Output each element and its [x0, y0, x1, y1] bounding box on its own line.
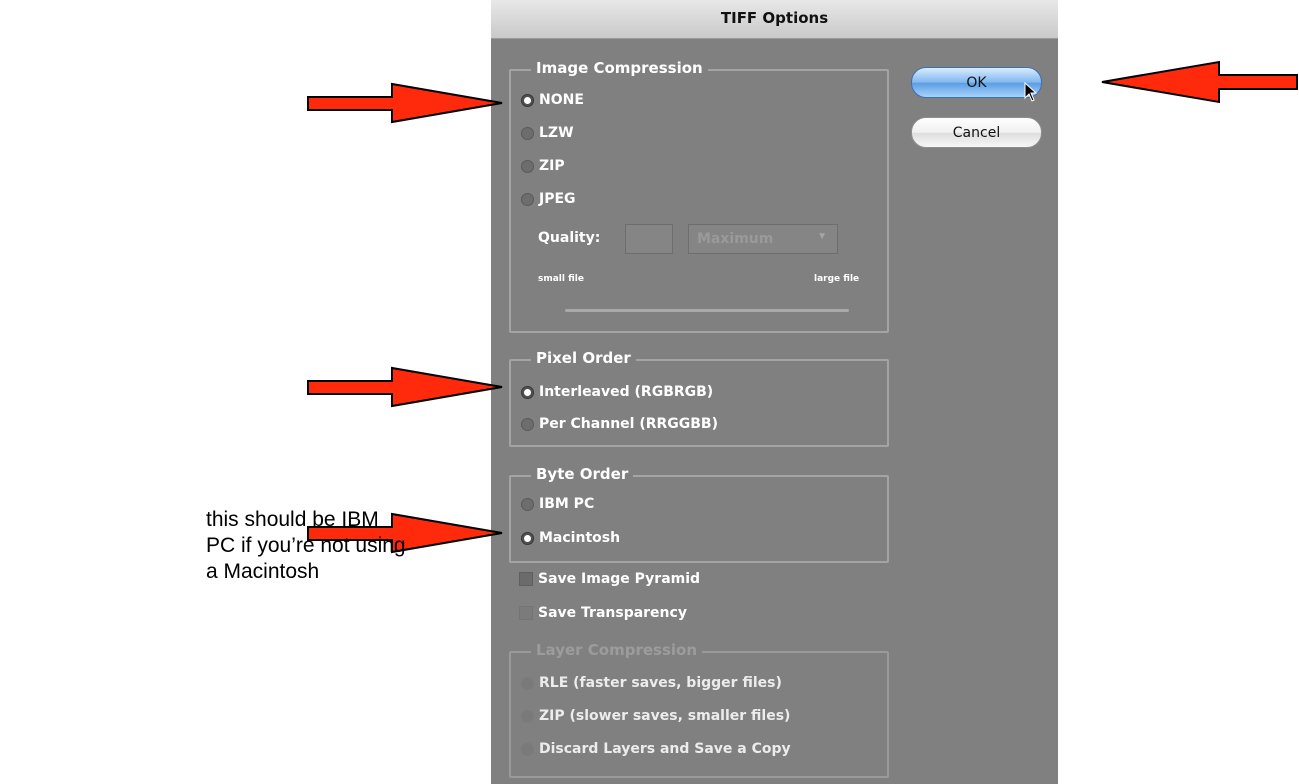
save-transparency-checkbox[interactable]: Save Transparency: [519, 602, 687, 624]
radio-per-channel[interactable]: Per Channel (RRGGBB): [521, 413, 718, 435]
radio-rle-dot[interactable]: [521, 676, 534, 690]
radio-interleaved[interactable]: Interleaved (RGBRGB): [521, 381, 713, 403]
radio-zip[interactable]: ZIP: [521, 155, 565, 177]
radio-jpeg-label: JPEG: [539, 191, 576, 207]
ok-button[interactable]: OK: [911, 67, 1042, 98]
arrow-to-none-icon: [307, 82, 503, 124]
quality-label: Quality:: [538, 230, 601, 246]
save-image-pyramid-box[interactable]: [519, 572, 533, 586]
radio-ibm-pc-label: IBM PC: [539, 496, 595, 512]
image-compression-group: Image Compression NONE LZW ZIP JPEG Qual…: [509, 59, 889, 333]
radio-rle-label: RLE (faster saves, bigger files): [539, 675, 782, 691]
radio-rle[interactable]: RLE (faster saves, bigger files): [521, 672, 782, 694]
save-image-pyramid-checkbox[interactable]: Save Image Pyramid: [519, 568, 700, 590]
annotation-note: this should be IBM PC if you’re not usin…: [206, 508, 406, 583]
radio-discard-layers-label: Discard Layers and Save a Copy: [539, 741, 791, 757]
save-image-pyramid-label: Save Image Pyramid: [538, 571, 701, 587]
radio-jpeg-dot[interactable]: [521, 192, 534, 206]
radio-zip-label: ZIP: [539, 158, 565, 174]
radio-zip-dot[interactable]: [521, 159, 534, 173]
cancel-button[interactable]: Cancel: [911, 117, 1042, 148]
radio-discard-layers-dot[interactable]: [521, 742, 534, 756]
layer-compression-legend: Layer Compression: [531, 641, 703, 659]
tiff-options-dialog: TIFF Options Image Compression NONE LZW …: [491, 0, 1058, 784]
quality-input[interactable]: [625, 224, 673, 254]
quality-preset-value: Maximum: [697, 231, 774, 247]
dialog-titlebar: TIFF Options: [491, 0, 1058, 39]
save-transparency-box[interactable]: [519, 606, 533, 620]
radio-layer-zip[interactable]: ZIP (slower saves, smaller files): [521, 705, 790, 727]
radio-macintosh-label: Macintosh: [539, 530, 621, 546]
image-compression-legend: Image Compression: [531, 59, 708, 77]
radio-discard-layers[interactable]: Discard Layers and Save a Copy: [521, 738, 791, 760]
radio-ibm-pc-dot[interactable]: [521, 497, 534, 511]
radio-layer-zip-label: ZIP (slower saves, smaller files): [539, 708, 791, 724]
radio-macintosh[interactable]: Macintosh: [521, 527, 620, 549]
large-file-label: large file: [814, 274, 860, 284]
byte-order-legend: Byte Order: [531, 465, 634, 483]
radio-macintosh-dot[interactable]: [521, 531, 534, 545]
pixel-order-legend: Pixel Order: [531, 349, 636, 367]
radio-per-channel-label: Per Channel (RRGGBB): [539, 416, 719, 432]
dialog-title: TIFF Options: [720, 9, 829, 27]
radio-ibm-pc[interactable]: IBM PC: [521, 493, 594, 515]
radio-per-channel-dot[interactable]: [521, 417, 534, 431]
byte-order-group: Byte Order IBM PC Macintosh: [509, 465, 889, 563]
radio-lzw[interactable]: LZW: [521, 122, 574, 144]
small-file-label: small file: [538, 274, 584, 284]
radio-interleaved-label: Interleaved (RGBRGB): [539, 384, 714, 400]
radio-none[interactable]: NONE: [521, 89, 584, 111]
radio-jpeg[interactable]: JPEG: [521, 188, 576, 210]
chevron-down-icon: ▼: [817, 231, 827, 242]
cursor-icon: [1024, 82, 1038, 102]
save-transparency-label: Save Transparency: [538, 605, 687, 621]
radio-interleaved-dot[interactable]: [521, 385, 534, 399]
arrow-to-ok-icon: [1101, 60, 1298, 104]
arrow-to-interleaved-icon: [307, 366, 503, 408]
radio-lzw-label: LZW: [539, 125, 574, 141]
quality-preset-select[interactable]: Maximum ▼: [688, 224, 838, 254]
radio-lzw-dot[interactable]: [521, 126, 534, 140]
layer-compression-group: Layer Compression RLE (faster saves, big…: [509, 641, 889, 778]
radio-layer-zip-dot[interactable]: [521, 709, 534, 723]
radio-none-dot[interactable]: [521, 93, 534, 107]
pixel-order-group: Pixel Order Interleaved (RGBRGB) Per Cha…: [509, 349, 889, 447]
radio-none-label: NONE: [539, 92, 584, 108]
quality-slider-track[interactable]: [565, 309, 849, 312]
